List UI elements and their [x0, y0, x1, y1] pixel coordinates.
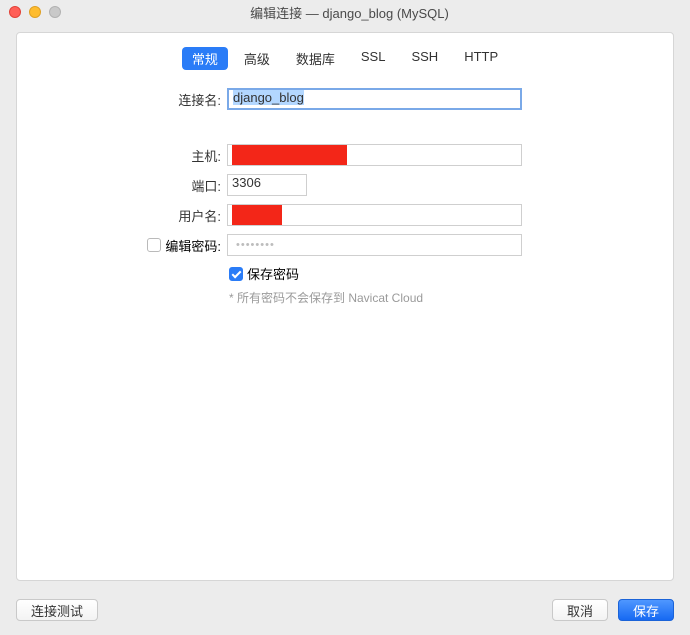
tab-general[interactable]: 常规	[182, 47, 228, 70]
tab-database[interactable]: 数据库	[286, 47, 345, 70]
redacted-host	[232, 145, 347, 165]
connection-form: 连接名: django_blog 主机: 端口: 3306 用户名: 编辑密码:…	[17, 88, 673, 306]
save-password-checkbox[interactable]	[229, 267, 243, 281]
edit-password-label: 编辑密码:	[165, 236, 221, 255]
maximize-icon	[49, 6, 61, 18]
tab-advanced[interactable]: 高级	[234, 47, 280, 70]
host-label: 主机:	[37, 146, 227, 165]
content-frame: 常规 高级 数据库 SSL SSH HTTP 连接名: django_blog …	[16, 32, 674, 581]
password-hint: * 所有密码不会保存到 Navicat Cloud	[37, 289, 653, 306]
username-input[interactable]	[227, 204, 522, 226]
password-input[interactable]: ••••••••	[227, 234, 522, 256]
save-password-label: 保存密码	[247, 264, 299, 283]
port-input[interactable]: 3306	[227, 174, 307, 196]
tab-http[interactable]: HTTP	[454, 47, 508, 70]
close-icon[interactable]	[9, 6, 21, 18]
edit-password-checkbox[interactable]	[147, 238, 161, 252]
tab-ssh[interactable]: SSH	[401, 47, 448, 70]
tabs: 常规 高级 数据库 SSL SSH HTTP	[17, 33, 673, 88]
username-label: 用户名:	[37, 206, 227, 225]
save-button[interactable]: 保存	[618, 599, 674, 621]
window-title: 编辑连接 — django_blog (MySQL)	[9, 3, 690, 22]
minimize-icon[interactable]	[29, 6, 41, 18]
footer: 连接测试 取消 保存	[16, 599, 674, 621]
traffic-lights	[9, 6, 61, 18]
tab-ssl[interactable]: SSL	[351, 47, 396, 70]
connection-name-label: 连接名:	[37, 90, 227, 109]
connection-name-input[interactable]: django_blog	[227, 88, 522, 110]
cancel-button[interactable]: 取消	[552, 599, 608, 621]
port-label: 端口:	[37, 176, 227, 195]
test-connection-button[interactable]: 连接测试	[16, 599, 98, 621]
redacted-username	[232, 205, 282, 225]
host-input[interactable]	[227, 144, 522, 166]
edit-password-label-wrap: 编辑密码:	[37, 236, 227, 255]
titlebar: 编辑连接 — django_blog (MySQL)	[0, 0, 690, 24]
